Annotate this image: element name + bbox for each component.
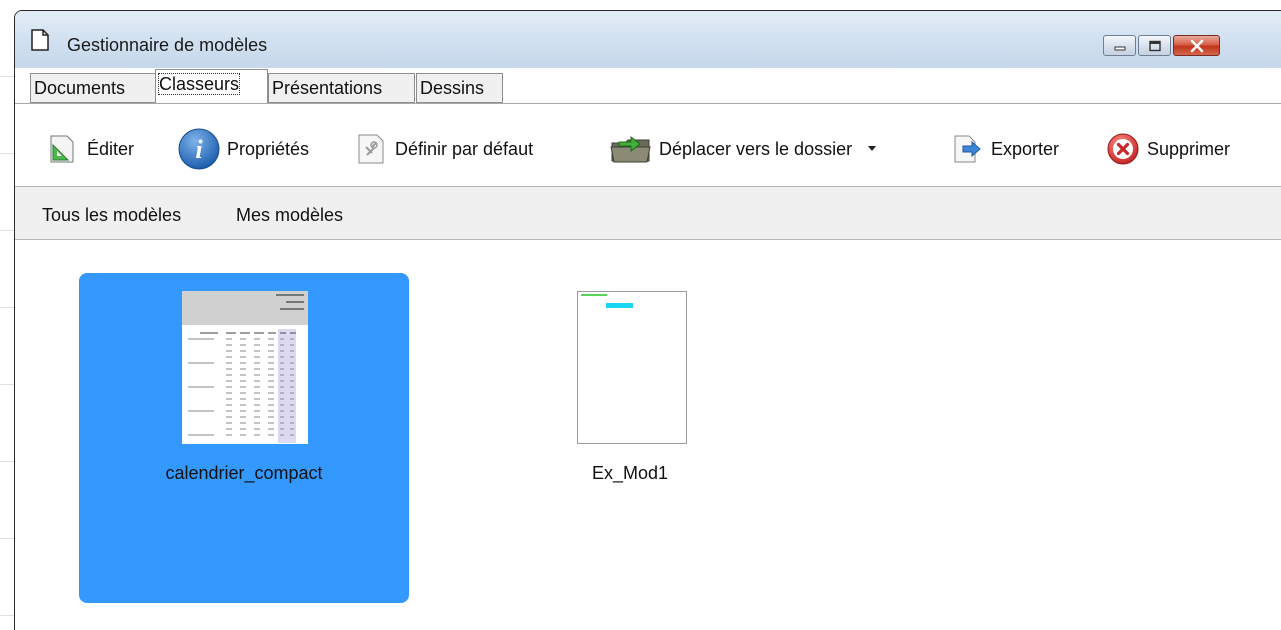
thumbnail-header-text — [276, 294, 304, 296]
template-tile-ex-mod1[interactable]: Ex_Mod1 — [465, 273, 795, 603]
info-icon: i — [177, 127, 221, 171]
delete-icon — [1105, 131, 1141, 167]
dropdown-arrow-icon[interactable] — [866, 145, 878, 153]
delete-button[interactable]: Supprimer — [1105, 125, 1230, 173]
minimize-button[interactable] — [1103, 35, 1136, 56]
maximize-icon — [1148, 40, 1161, 51]
minimize-icon — [1114, 46, 1125, 50]
svg-text:i: i — [195, 135, 203, 164]
thumbnail-marker-cyan — [606, 303, 633, 308]
close-icon — [1190, 39, 1203, 52]
document-icon — [31, 29, 49, 51]
move-to-folder-button[interactable]: Déplacer vers le dossier — [609, 125, 878, 173]
export-button[interactable]: Exporter — [949, 125, 1059, 173]
filter-all-templates[interactable]: Tous les modèles — [42, 205, 181, 226]
tab-classeurs[interactable]: Classeurs — [155, 69, 268, 104]
toolbar: Éditer i Propriétés Définir par défaut D… — [15, 125, 1281, 173]
template-name: Ex_Mod1 — [591, 463, 669, 483]
edit-button[interactable]: Éditer — [45, 125, 134, 173]
close-button[interactable] — [1173, 35, 1220, 56]
tab-divider — [15, 103, 1281, 104]
set-default-button[interactable]: Définir par défaut — [353, 125, 533, 173]
window-title: Gestionnaire de modèles — [67, 35, 268, 55]
properties-button[interactable]: i Propriétés — [177, 125, 309, 173]
template-thumbnail-calendrier — [182, 291, 308, 444]
template-name: calendrier_compact — [165, 463, 323, 483]
thumbnail-marker-green — [581, 294, 607, 296]
template-thumbnail-ex-mod1 — [577, 291, 687, 444]
edit-icon — [45, 131, 81, 167]
thumbnail-calendar-grid — [188, 329, 296, 443]
maximize-button[interactable] — [1138, 35, 1171, 56]
tab-documents[interactable]: Documents — [30, 73, 157, 103]
template-tile-calendrier[interactable]: calendrier_compact — [79, 273, 409, 603]
move-folder-icon — [609, 131, 653, 167]
filter-bar: Tous les modèles Mes modèles — [15, 186, 1281, 240]
tab-presentations[interactable]: Présentations — [268, 73, 415, 103]
title-bar[interactable]: Gestionnaire de modèles — [15, 11, 1281, 68]
export-icon — [949, 131, 985, 167]
filter-my-templates[interactable]: Mes modèles — [236, 205, 343, 226]
tab-dessins[interactable]: Dessins — [416, 73, 503, 103]
default-icon — [353, 131, 389, 167]
template-manager-window: Gestionnaire de modèles Documents Classe… — [14, 10, 1281, 630]
